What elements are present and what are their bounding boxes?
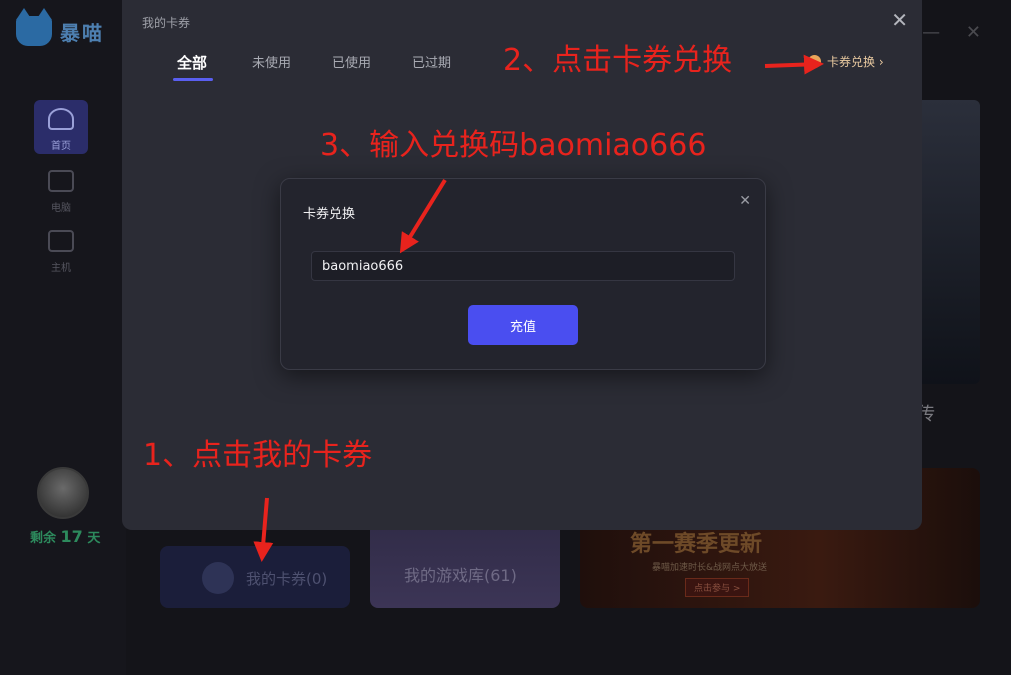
redeem-modal-title: 卡券兑换 — [303, 207, 356, 222]
avatar[interactable] — [37, 467, 89, 519]
tab-unused[interactable]: 未使用 — [252, 52, 291, 71]
sidebar: 暴喵 首页 电脑 主机 剩余 17 天 — [0, 0, 126, 675]
my-games-label: 我的游戏库(61) — [404, 566, 517, 585]
season-title: 第一赛季更新 — [630, 532, 763, 557]
tab-all[interactable]: 全部 — [177, 52, 207, 73]
nav-item-pc[interactable]: 电脑 — [34, 162, 88, 216]
redeem-close-icon[interactable]: ✕ — [739, 193, 751, 209]
nav-label: 首页 — [51, 141, 71, 152]
my-coupons-label: 我的卡券(0) — [246, 570, 328, 588]
dialog-title: 我的卡券 — [142, 16, 191, 30]
nav-item-home[interactable]: 首页 — [34, 100, 88, 154]
coin-icon — [808, 55, 821, 68]
remaining-value: 17 — [60, 527, 83, 546]
nav-label: 主机 — [51, 263, 71, 274]
monitor-icon — [48, 170, 74, 192]
brand-name: 暴喵 — [60, 20, 104, 45]
gamepad-icon — [48, 230, 74, 252]
coupon-redeem-link[interactable]: 卡券兑换 › — [808, 53, 884, 70]
tab-used[interactable]: 已使用 — [332, 52, 371, 71]
dialog-close-icon[interactable]: ✕ — [891, 8, 908, 32]
my-coupons-card[interactable]: 我的卡券(0) — [160, 546, 350, 608]
minimize-icon[interactable]: — — [922, 22, 940, 43]
tab-expired[interactable]: 已过期 — [412, 52, 451, 71]
remaining-unit: 天 — [87, 531, 101, 546]
brand-logo: 暴喵 — [16, 8, 104, 46]
nav-label: 电脑 — [51, 203, 71, 214]
coupon-icon — [202, 562, 234, 594]
annotation-step3: 3、输入兑换码baomiao666 — [320, 128, 707, 163]
nav-item-console[interactable]: 主机 — [34, 222, 88, 276]
coupon-redeem-modal: 卡券兑换 ✕ 充值 — [280, 178, 766, 370]
season-join-button[interactable]: 点击参与 > — [685, 578, 750, 597]
annotation-step1: 1、点击我的卡券 — [143, 438, 373, 473]
recharge-button[interactable]: 充值 — [468, 305, 578, 345]
cat-logo-icon — [16, 8, 52, 46]
season-subtitle: 暴喵加速时长&战网点大放送 — [652, 563, 768, 573]
home-icon — [48, 108, 74, 130]
annotation-step2: 2、点击卡券兑换 — [503, 43, 733, 78]
remaining-prefix: 剩余 — [30, 531, 57, 546]
active-tab-underline — [173, 78, 213, 81]
window-controls: — ✕ — [922, 22, 981, 43]
window-close-icon[interactable]: ✕ — [966, 22, 981, 43]
remaining-days: 剩余 17 天 — [30, 527, 100, 546]
redeem-code-input[interactable] — [311, 251, 735, 281]
coupon-redeem-label: 卡券兑换 › — [827, 55, 884, 69]
